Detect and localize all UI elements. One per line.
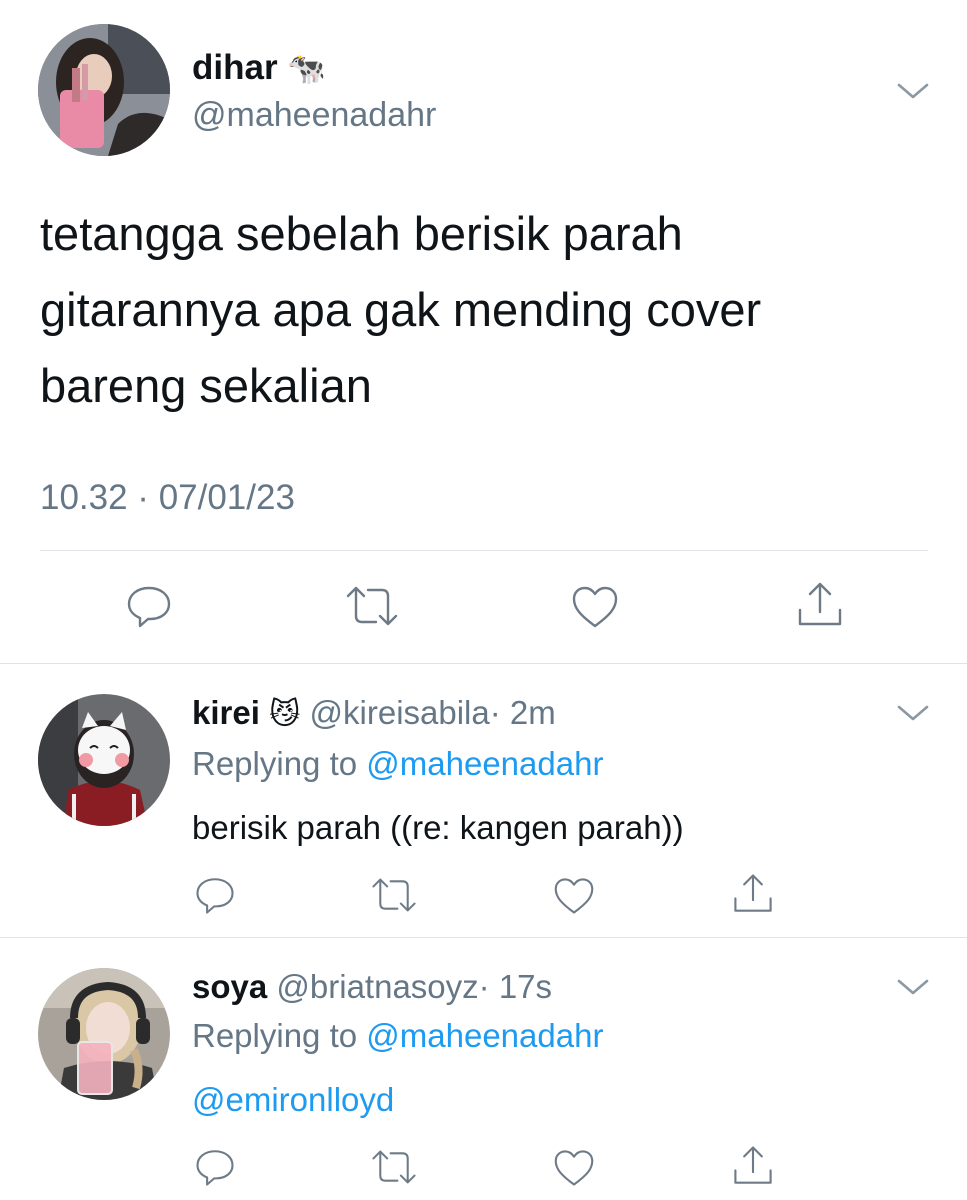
avatar-soya[interactable] — [38, 968, 170, 1100]
share-icon[interactable] — [794, 580, 846, 630]
author-name-row[interactable]: dihar 🐄 — [192, 46, 326, 91]
author-handle[interactable]: @kireisabila — [310, 694, 490, 731]
tweet-timestamp[interactable]: 10.32 · 07/01/23 — [40, 476, 295, 520]
display-name[interactable]: kirei — [192, 694, 260, 731]
author-handle[interactable]: @maheenadahr — [192, 94, 436, 136]
reply-icon[interactable] — [124, 582, 174, 630]
reply-time[interactable]: · 17s — [479, 968, 552, 1005]
like-icon[interactable] — [552, 876, 596, 916]
divider — [40, 550, 928, 551]
share-icon[interactable] — [730, 1144, 776, 1188]
share-icon[interactable] — [730, 872, 776, 916]
tweet-text-line: tetangga sebelah berisik parah — [40, 207, 683, 260]
reply-header: kirei 😼 @kireisabila· 2m — [192, 692, 556, 736]
chevron-down-icon[interactable] — [896, 702, 930, 724]
author-handle[interactable]: @briatnasoyz — [276, 968, 478, 1005]
reply-text: berisik parah ((re: kangen parah)) — [192, 809, 684, 846]
replying-to-link[interactable]: @maheenadahr — [366, 745, 603, 782]
chevron-down-icon[interactable] — [896, 976, 930, 998]
name-emoji: 😼 — [269, 698, 301, 731]
chevron-down-icon[interactable] — [896, 80, 930, 102]
like-icon[interactable] — [570, 584, 620, 630]
reply-action-bar — [0, 870, 967, 920]
reply-header: soya @briatnasoyz· 17s — [192, 966, 552, 1008]
divider — [0, 937, 967, 938]
replying-to: Replying to @maheenadahr — [192, 1014, 603, 1058]
display-name[interactable]: soya — [192, 968, 267, 1005]
replying-to: Replying to @maheenadahr — [192, 742, 603, 786]
avatar-kirei[interactable] — [38, 694, 170, 826]
display-name[interactable]: dihar — [192, 48, 278, 87]
avatar-dihar[interactable] — [38, 24, 170, 156]
name-emoji: 🐄 — [287, 51, 326, 86]
replying-to-label: Replying to — [192, 1017, 358, 1054]
divider — [0, 663, 967, 664]
reply-action-bar — [0, 1142, 967, 1192]
replying-to-label: Replying to — [192, 745, 358, 782]
reply-text-mention[interactable]: @emironlloyd — [192, 1078, 394, 1122]
retweet-icon[interactable] — [344, 584, 400, 628]
like-icon[interactable] — [552, 1148, 596, 1188]
tweet-text-line: gitarannya apa gak mending cover — [40, 283, 762, 336]
reply-time[interactable]: · 2m — [490, 694, 556, 731]
tweet-text: tetangga sebelah berisik parah gitaranny… — [40, 196, 940, 424]
reply-icon[interactable] — [193, 874, 237, 916]
retweet-icon[interactable] — [370, 1148, 418, 1186]
reply-icon[interactable] — [193, 1146, 237, 1188]
retweet-icon[interactable] — [370, 876, 418, 914]
replying-to-link[interactable]: @maheenadahr — [366, 1017, 603, 1054]
main-action-bar — [0, 578, 967, 634]
tweet-text-line: bareng sekalian — [40, 359, 372, 412]
